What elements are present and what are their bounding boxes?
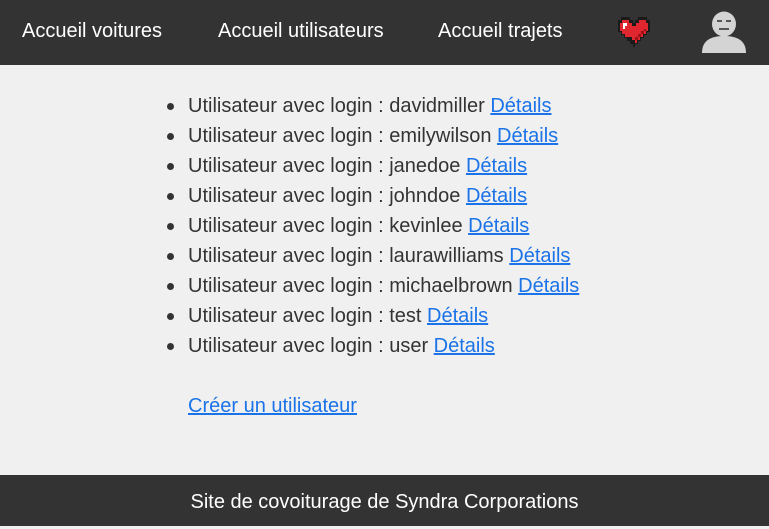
user-list: Utilisateur avec login : davidmiller Dét… bbox=[166, 91, 579, 361]
user-label-prefix: Utilisateur avec login : bbox=[188, 155, 390, 177]
user-login: davidmiller bbox=[389, 95, 485, 117]
user-avatar-icon bbox=[702, 11, 746, 53]
nav-link-accueil-utilisateurs[interactable]: Accueil utilisateurs bbox=[218, 19, 384, 43]
footer: Site de covoiturage de Syndra Corporatio… bbox=[0, 475, 769, 526]
list-item: Utilisateur avec login : user Détails bbox=[166, 331, 579, 361]
user-label-prefix: Utilisateur avec login : bbox=[188, 95, 390, 117]
user-label-prefix: Utilisateur avec login : bbox=[188, 335, 390, 357]
nav-link-accueil-voitures[interactable]: Accueil voitures bbox=[22, 19, 162, 43]
user-login: user bbox=[389, 335, 429, 357]
create-user-link[interactable]: Créer un utilisateur bbox=[188, 394, 357, 418]
profile-link[interactable] bbox=[702, 11, 746, 53]
details-link[interactable]: Détails bbox=[466, 185, 527, 207]
list-item: Utilisateur avec login : emilywilson Dét… bbox=[166, 121, 579, 151]
top-navigation-bar: Accueil voitures Accueil utilisateurs Ac… bbox=[0, 0, 769, 65]
user-login: emilywilson bbox=[389, 125, 492, 147]
details-link[interactable]: Détails bbox=[466, 155, 527, 177]
list-item: Utilisateur avec login : janedoe Détails bbox=[166, 151, 579, 181]
list-item: Utilisateur avec login : michaelbrown Dé… bbox=[166, 271, 579, 301]
list-item: Utilisateur avec login : test Détails bbox=[166, 301, 579, 331]
main-content: Utilisateur avec login : davidmiller Dét… bbox=[0, 65, 769, 475]
user-label-prefix: Utilisateur avec login : bbox=[188, 245, 390, 267]
details-link[interactable]: Détails bbox=[490, 95, 551, 117]
user-login: johndoe bbox=[389, 185, 461, 207]
details-link[interactable]: Détails bbox=[497, 125, 558, 147]
list-item: Utilisateur avec login : laurawilliams D… bbox=[166, 241, 579, 271]
details-link[interactable]: Détails bbox=[434, 335, 495, 357]
user-login: kevinlee bbox=[389, 215, 463, 237]
favorites-link[interactable] bbox=[617, 17, 651, 47]
user-label-prefix: Utilisateur avec login : bbox=[188, 275, 390, 297]
user-login: michaelbrown bbox=[389, 275, 513, 297]
list-item: Utilisateur avec login : johndoe Détails bbox=[166, 181, 579, 211]
list-item: Utilisateur avec login : kevinlee Détail… bbox=[166, 211, 579, 241]
heart-icon bbox=[618, 17, 650, 47]
details-link[interactable]: Détails bbox=[518, 275, 579, 297]
footer-text: Site de covoiturage de Syndra Corporatio… bbox=[190, 491, 579, 513]
nav-link-accueil-trajets[interactable]: Accueil trajets bbox=[438, 19, 563, 43]
user-login: laurawilliams bbox=[389, 245, 504, 267]
list-item: Utilisateur avec login : davidmiller Dét… bbox=[166, 91, 579, 121]
details-link[interactable]: Détails bbox=[509, 245, 570, 267]
details-link[interactable]: Détails bbox=[427, 305, 488, 327]
details-link[interactable]: Détails bbox=[468, 215, 529, 237]
user-label-prefix: Utilisateur avec login : bbox=[188, 305, 390, 327]
user-label-prefix: Utilisateur avec login : bbox=[188, 215, 390, 237]
user-label-prefix: Utilisateur avec login : bbox=[188, 185, 390, 207]
user-login: janedoe bbox=[389, 155, 461, 177]
user-label-prefix: Utilisateur avec login : bbox=[188, 125, 390, 147]
user-login: test bbox=[389, 305, 422, 327]
